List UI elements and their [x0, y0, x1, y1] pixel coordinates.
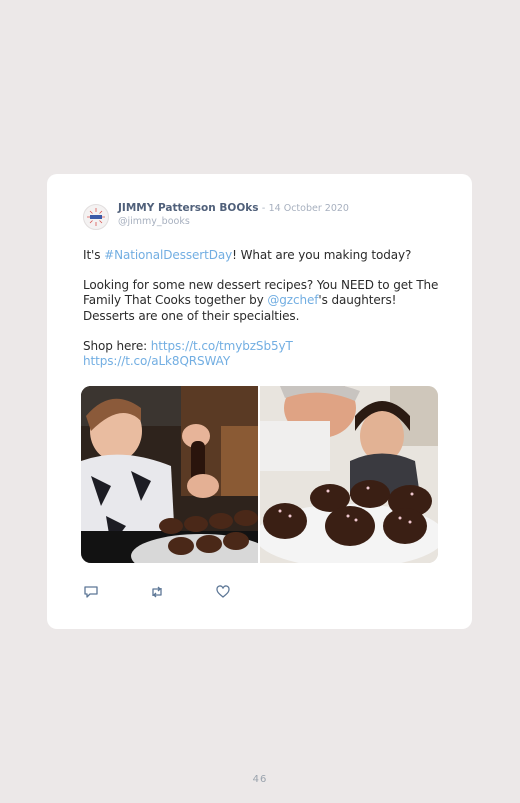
tweet-date: 14 October 2020	[268, 203, 349, 214]
author-handle[interactable]: @jimmy_books	[118, 215, 349, 228]
retweet-icon[interactable]	[149, 584, 165, 600]
hashtag-link[interactable]: #NationalDessertDay	[104, 248, 232, 262]
tweet-line-1: It's #NationalDessertDay! What are you m…	[83, 248, 443, 263]
tweet-header: JIMMY Patterson BOOks - 14 October 2020 …	[83, 202, 349, 230]
tweet-media	[81, 386, 438, 563]
tweet-paragraph-3: Shop here: https://t.co/tmybzSb5yT https:…	[83, 339, 443, 369]
date-separator: -	[261, 203, 266, 214]
heart-icon[interactable]	[215, 584, 231, 600]
page-number: 46	[252, 774, 268, 785]
avatar[interactable]	[83, 204, 109, 230]
shop-label: Shop here:	[83, 338, 151, 353]
author-name[interactable]: JIMMY Patterson BOOks	[118, 202, 259, 214]
photo-chef-and-daughter-cupcakes[interactable]	[260, 386, 438, 563]
text-segment: It's	[83, 248, 105, 262]
tweet-actions	[83, 584, 281, 600]
tweet-body: It's #NationalDessertDay! What are you m…	[83, 248, 443, 384]
mention-link[interactable]: @gzchef	[267, 293, 318, 307]
reply-icon[interactable]	[83, 584, 99, 600]
shop-link-1[interactable]: https://t.co/tmybzSb5yT	[151, 339, 293, 353]
text-segment: ! What are you making today?	[232, 248, 412, 262]
tweet-card: JIMMY Patterson BOOks - 14 October 2020 …	[47, 174, 472, 629]
photo-girl-frosting-cupcakes[interactable]	[81, 386, 258, 563]
tweet-paragraph-2: Looking for some new dessert recipes? Yo…	[83, 278, 443, 324]
shop-link-2[interactable]: https://t.co/aLk8QRSWAY	[83, 354, 230, 368]
